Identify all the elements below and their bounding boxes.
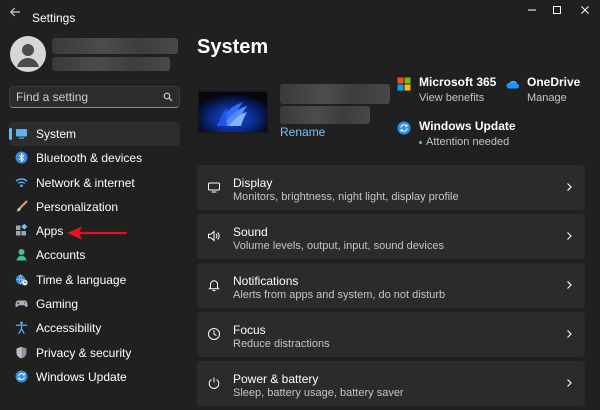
settings-card-list: Display Monitors, brightness, night ligh… [197, 165, 585, 410]
card-subtitle: Reduce distractions [233, 338, 330, 351]
search-input[interactable] [16, 89, 156, 105]
person-icon [15, 248, 28, 261]
rename-link[interactable]: Rename [280, 125, 325, 139]
windows-update-status-text: Attention needed [426, 136, 510, 148]
sidebar-item-label: Personalization [36, 199, 119, 214]
sidebar-item-bluetooth[interactable]: Bluetooth & devices [9, 146, 180, 170]
onedrive-cloud-icon [506, 80, 519, 89]
shield-icon [15, 346, 28, 359]
sidebar-item-time-language[interactable]: Time & language [9, 268, 180, 292]
card-subtitle: Volume levels, output, input, sound devi… [233, 240, 444, 253]
brush-icon [15, 200, 28, 213]
device-name-redacted [280, 84, 390, 104]
sidebar-item-network[interactable]: Network & internet [9, 171, 180, 195]
device-model-redacted [280, 106, 370, 124]
card-title: Focus [233, 323, 266, 338]
windows-update-icon [397, 121, 411, 135]
monitor-icon [207, 180, 221, 194]
sidebar-item-label: Gaming [36, 297, 79, 312]
microsoft-365-subtitle: View benefits [419, 92, 485, 104]
sidebar-item-label: Privacy & security [36, 345, 132, 360]
windows-update-title: Windows Update [419, 119, 516, 133]
card-title: Power & battery [233, 372, 319, 387]
sidebar-item-label: Windows Update [36, 369, 127, 384]
sidebar-item-accessibility[interactable]: Accessibility [9, 316, 180, 340]
back-button[interactable] [9, 6, 23, 20]
chevron-right-icon [567, 330, 572, 339]
sidebar-item-label: Apps [36, 224, 64, 239]
maximize-button[interactable] [542, 2, 572, 18]
card-title: Display [233, 176, 273, 190]
close-icon [581, 6, 589, 14]
close-button[interactable] [570, 2, 600, 18]
windows-update-status: Attention needed [419, 136, 509, 148]
sidebar-item-system[interactable]: System [9, 122, 180, 147]
bluetooth-icon [15, 151, 28, 164]
microsoft-logo-icon [397, 77, 411, 91]
sidebar-nav: System Bluetooth & devices Network & int… [9, 122, 180, 389]
system-icon [15, 127, 28, 140]
sidebar-item-label: Time & language [36, 272, 127, 287]
microsoft-365-tile[interactable]: Microsoft 365 View benefits [397, 75, 507, 107]
sidebar-item-label: Network & internet [36, 175, 135, 190]
focus-icon [207, 327, 221, 341]
accessibility-icon [15, 321, 28, 335]
gamepad-icon [15, 297, 28, 310]
display-card[interactable]: Display Monitors, brightness, night ligh… [197, 165, 585, 210]
minimize-icon [528, 9, 536, 11]
sidebar-item-label: System [36, 127, 77, 141]
sidebar-item-label: Accounts [36, 248, 86, 263]
wifi-icon [15, 176, 28, 189]
page-title: System [197, 36, 269, 58]
onedrive-subtitle: Manage [527, 92, 567, 104]
microsoft-365-title: Microsoft 365 [419, 75, 497, 89]
maximize-icon [553, 6, 561, 14]
card-subtitle: Alerts from apps and system, do not dist… [233, 289, 446, 302]
sidebar-item-gaming[interactable]: Gaming [9, 292, 180, 316]
annotation-arrow-icon [67, 226, 128, 240]
onedrive-title: OneDrive [527, 75, 581, 89]
device-wallpaper-thumbnail[interactable] [197, 90, 269, 134]
app-title: Settings [32, 11, 76, 25]
sound-card[interactable]: Sound Volume levels, output, input, soun… [197, 214, 585, 260]
sidebar-item-privacy-security[interactable]: Privacy & security [9, 341, 180, 365]
chevron-right-icon [567, 281, 572, 290]
speaker-icon [207, 229, 221, 243]
sidebar-item-personalization[interactable]: Personalization [9, 195, 180, 219]
sidebar-item-label: Accessibility [36, 321, 102, 336]
sync-icon [15, 370, 28, 383]
windows-bloom-wallpaper-icon [199, 92, 267, 132]
sidebar-item-accounts[interactable]: Accounts [9, 243, 180, 267]
power-battery-card[interactable]: Power & battery Sleep, battery usage, ba… [197, 361, 585, 407]
card-title: Notifications [233, 274, 299, 289]
arrow-left-icon [9, 7, 20, 17]
bell-icon [207, 278, 221, 292]
card-subtitle: Monitors, brightness, night light, displ… [233, 191, 459, 203]
sidebar-item-label: Bluetooth & devices [36, 151, 143, 166]
search-icon[interactable] [163, 92, 173, 102]
card-subtitle: Sleep, battery usage, battery saver [233, 387, 404, 400]
globe-clock-icon [15, 273, 28, 286]
avatar[interactable] [10, 36, 46, 72]
status-dot-icon [419, 140, 422, 144]
apps-icon [15, 224, 28, 237]
focus-card[interactable]: Focus Reduce distractions [197, 312, 585, 358]
sidebar-item-windows-update[interactable]: Windows Update [9, 365, 180, 389]
user-email-redacted [52, 57, 170, 71]
title-bar: Settings [0, 0, 600, 32]
search-box[interactable] [9, 86, 180, 108]
windows-update-tile[interactable]: Windows Update Attention needed [397, 119, 547, 151]
card-title: Sound [233, 225, 268, 240]
power-icon [207, 376, 221, 390]
person-silhouette-icon [17, 44, 39, 67]
notifications-card[interactable]: Notifications Alerts from apps and syste… [197, 263, 585, 309]
chevron-right-icon [567, 379, 572, 388]
onedrive-tile[interactable]: OneDrive Manage [505, 75, 595, 107]
chevron-right-icon [567, 232, 572, 240]
chevron-right-icon [567, 183, 572, 191]
user-name-redacted [52, 38, 178, 54]
